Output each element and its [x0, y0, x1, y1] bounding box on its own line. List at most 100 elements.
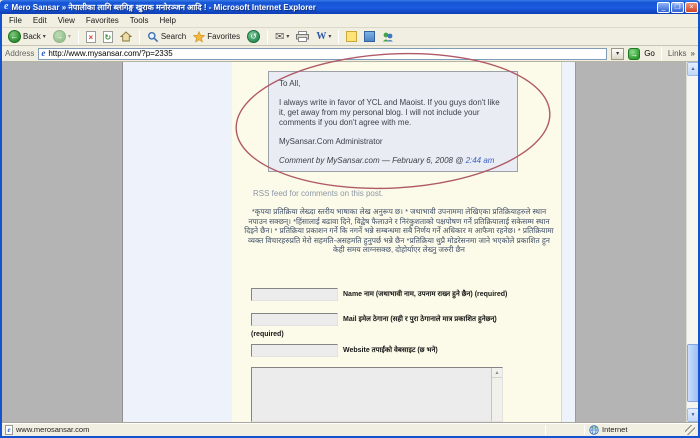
- toolbar-separator: [338, 30, 339, 44]
- toolbar-separator: [78, 30, 79, 44]
- status-divider: [584, 425, 585, 435]
- mail-field[interactable]: [251, 313, 338, 326]
- address-input[interactable]: e http://www.mysansar.com/?p=2335: [38, 48, 607, 60]
- stop-button[interactable]: ×: [84, 30, 98, 44]
- comment-textarea[interactable]: ▲: [251, 367, 503, 422]
- favorites-star-icon: [193, 31, 205, 43]
- quote-salutation: To All,: [279, 79, 507, 89]
- notes-icon: [346, 31, 357, 42]
- website-label: Website तपाईंको वेबसाइट (छ भने): [343, 346, 553, 355]
- back-dropdown-caret-icon[interactable]: ▾: [43, 33, 46, 40]
- page-left-column: [122, 62, 232, 422]
- menu-favorites[interactable]: Favorites: [86, 16, 119, 25]
- name-field[interactable]: [251, 288, 338, 301]
- menu-help[interactable]: Help: [159, 16, 175, 25]
- messenger-button[interactable]: [380, 30, 396, 43]
- mail-label: Mail इमेल ठेगाना (सही र पुरा ठेगानाले मा…: [343, 315, 553, 324]
- quote-meta: Comment by MySansar.com — February 6, 20…: [279, 156, 507, 166]
- scroll-down-arrow-icon[interactable]: ▼: [687, 408, 698, 422]
- toolbar-separator: [267, 30, 268, 44]
- vertical-scrollbar[interactable]: ▲ ▼: [686, 62, 698, 422]
- search-button[interactable]: Search: [145, 30, 188, 44]
- quote-body: I always write in favor of YCL and Maois…: [279, 98, 507, 128]
- globe-icon: [589, 425, 599, 435]
- window-frame-left: [0, 14, 2, 438]
- menu-file[interactable]: File: [9, 16, 22, 25]
- go-label[interactable]: Go: [644, 49, 655, 58]
- media-icon: [364, 31, 375, 42]
- refresh-button[interactable]: ↻: [101, 30, 115, 44]
- close-button[interactable]: ×: [685, 2, 698, 13]
- print-button[interactable]: [294, 30, 311, 43]
- edit-word-icon: W: [316, 31, 326, 42]
- page-viewport: To All, I always write in favor of YCL a…: [2, 62, 698, 422]
- status-divider: [545, 425, 546, 435]
- refresh-icon: ↻: [103, 31, 113, 43]
- ie-logo-icon: e: [4, 2, 8, 12]
- links-chevron-icon[interactable]: »: [691, 49, 695, 58]
- resize-grip[interactable]: [685, 425, 695, 435]
- status-url: www.merosansar.com: [16, 425, 89, 434]
- scrollbar-thumb[interactable]: [687, 344, 698, 402]
- toolbar-separator: [139, 30, 140, 44]
- discuss-button[interactable]: [344, 30, 359, 43]
- mail-dropdown-caret-icon[interactable]: ▾: [286, 33, 289, 40]
- website-field[interactable]: [251, 344, 338, 357]
- menu-edit[interactable]: Edit: [33, 16, 47, 25]
- menu-tools[interactable]: Tools: [130, 16, 149, 25]
- search-icon: [147, 31, 159, 43]
- status-left-pane: e www.merosansar.com: [5, 425, 89, 435]
- forward-button[interactable]: → ▾: [51, 29, 73, 44]
- edit-dropdown-caret-icon[interactable]: ▾: [328, 33, 331, 40]
- address-bar: Address e http://www.mysansar.com/?p=233…: [2, 46, 698, 62]
- status-zone-label: Internet: [602, 425, 627, 434]
- links-label[interactable]: Links: [668, 49, 687, 58]
- textarea-scrollbar[interactable]: ▲: [491, 368, 502, 421]
- page-right-strip: [561, 62, 576, 422]
- minimize-button[interactable]: _: [657, 2, 670, 13]
- textarea-scroll-up-icon[interactable]: ▲: [492, 368, 502, 378]
- status-bar: e www.merosansar.com Internet: [2, 422, 698, 436]
- title-bar: e Mero Sansar » नेपालीका लागि ब्लगिङ्ग ख…: [0, 0, 700, 14]
- favorites-label: Favorites: [207, 32, 240, 41]
- browser-window: e Mero Sansar » नेपालीका लागि ब्लगिङ्ग ख…: [0, 0, 700, 438]
- back-button[interactable]: ← Back ▾: [6, 29, 48, 44]
- status-zone-pane: Internet: [589, 425, 679, 435]
- rss-feed-link[interactable]: RSS feed for comments on this post.: [253, 189, 383, 198]
- menu-view[interactable]: View: [58, 16, 75, 25]
- page-favicon-icon: e: [41, 49, 45, 58]
- comment-quote-box: To All, I always write in favor of YCL a…: [268, 71, 518, 172]
- page-icon: e: [5, 425, 13, 435]
- toolbar: ← Back ▾ → ▾ × ↻ Search: [2, 28, 698, 46]
- favorites-button[interactable]: Favorites: [191, 30, 242, 44]
- messenger-icon: [382, 31, 394, 42]
- history-icon: ↺: [247, 30, 260, 43]
- name-label: Name नाम (जथाभावी नाम, उपनाम राख्न हुने …: [343, 290, 553, 299]
- home-button[interactable]: [118, 30, 134, 43]
- address-url: http://www.mysansar.com/?p=2335: [48, 49, 604, 58]
- window-title: Mero Sansar » नेपालीका लागि ब्लगिङ्ग खुर…: [11, 2, 656, 13]
- stop-icon: ×: [86, 31, 96, 43]
- menu-bar: File Edit View Favorites Tools Help: [2, 14, 698, 28]
- edit-button[interactable]: W ▾: [314, 30, 333, 43]
- quote-signature: MySansar.Com Administrator: [279, 137, 507, 147]
- addressbar-separator: [661, 47, 662, 61]
- print-icon: [296, 31, 309, 42]
- maximize-button[interactable]: ❐: [671, 2, 684, 13]
- quote-meta-text: Comment by MySansar.com — February 6, 20…: [279, 156, 466, 165]
- comment-guidelines: *कृपया प्रतिक्रिया लेख्दा स्तरीय भाषाका …: [242, 207, 556, 255]
- address-dropdown-button[interactable]: ▾: [611, 48, 624, 60]
- quote-time-link[interactable]: 2:44 am: [466, 156, 495, 165]
- search-label: Search: [161, 32, 186, 41]
- forward-dropdown-caret-icon: ▾: [68, 33, 71, 40]
- back-icon: ←: [8, 30, 21, 43]
- go-icon[interactable]: →: [628, 48, 640, 60]
- home-icon: [120, 31, 132, 42]
- back-label: Back: [23, 32, 41, 41]
- mail-button[interactable]: ✉ ▾: [273, 29, 291, 44]
- forward-icon: →: [53, 30, 66, 43]
- history-button[interactable]: ↺: [245, 29, 262, 44]
- scroll-up-arrow-icon[interactable]: ▲: [687, 62, 698, 76]
- media-button[interactable]: [362, 30, 377, 43]
- mail-icon: ✉: [275, 30, 284, 43]
